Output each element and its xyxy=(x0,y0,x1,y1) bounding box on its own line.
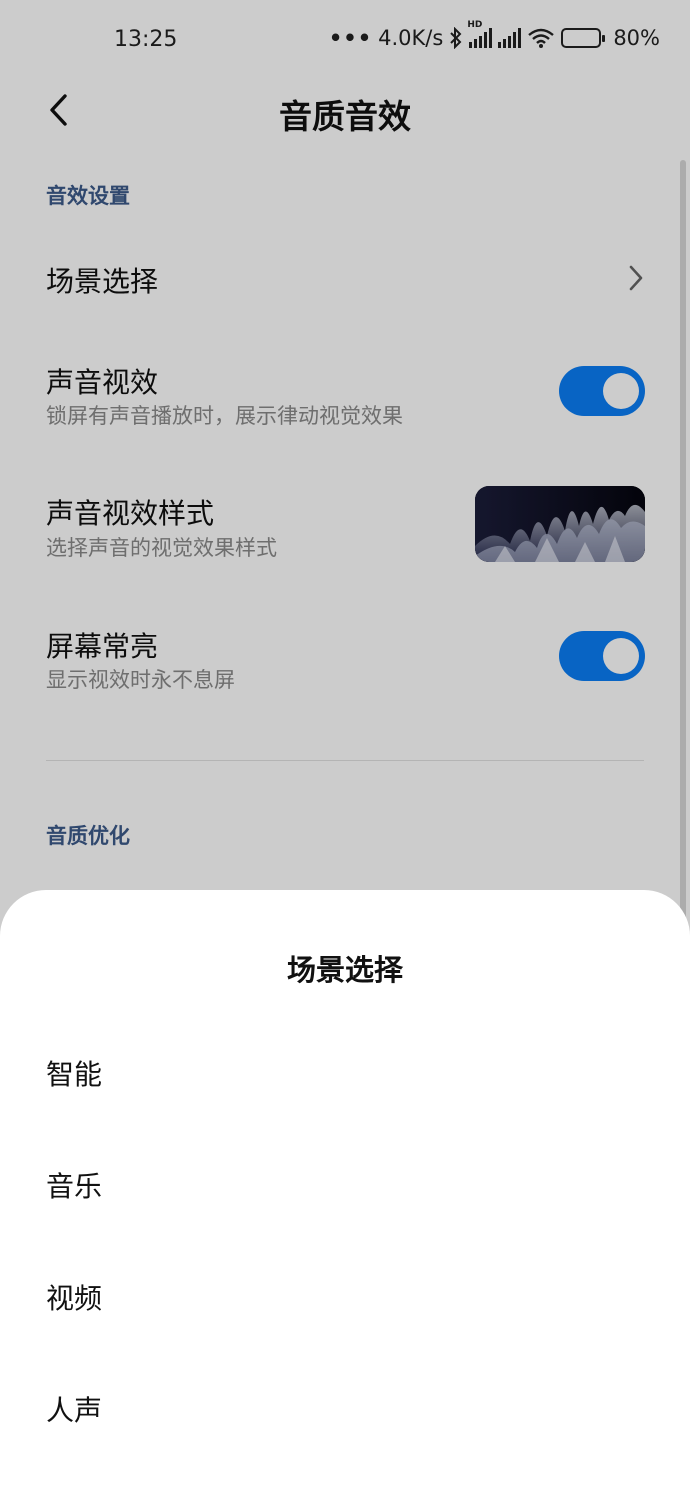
settings-screen: 13:25 ••• 4.0K/s HD 80% 音质音效 音效设置 场景选择 声… xyxy=(0,0,690,1495)
sheet-title: 场景选择 xyxy=(286,953,403,987)
option-vocal[interactable]: 人声 xyxy=(0,1359,690,1459)
option-smart[interactable]: 智能 xyxy=(0,1023,690,1123)
option-label: 智能 xyxy=(46,1058,103,1091)
option-video[interactable]: 视频 xyxy=(0,1247,690,1347)
option-label: 视频 xyxy=(46,1282,103,1315)
option-label: 人声 xyxy=(46,1394,103,1427)
option-label: 音乐 xyxy=(46,1170,103,1203)
option-music[interactable]: 音乐 xyxy=(0,1135,690,1235)
scene-select-sheet: 场景选择 智能 音乐 视频 人声 xyxy=(0,890,690,1495)
